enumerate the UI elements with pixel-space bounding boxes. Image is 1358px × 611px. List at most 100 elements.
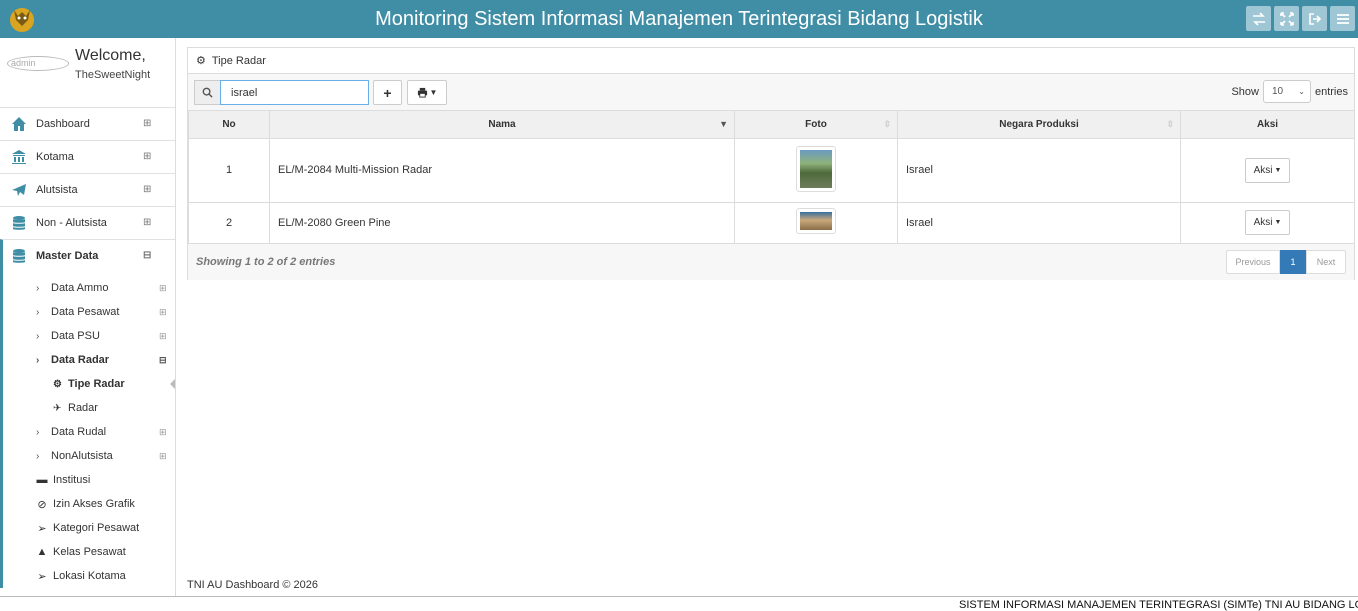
cell-aksi: Aksi ▼ — [1180, 201, 1355, 244]
entries-value: 10 — [1271, 86, 1284, 97]
plane-icon — [10, 181, 28, 199]
caret-down-icon: ▼ — [1274, 219, 1282, 226]
chevron-right-icon: › — [36, 282, 40, 294]
cell-no: 2 — [188, 201, 270, 244]
sidebar-item-non-alutsista[interactable]: Non - Alutsista ⊞ — [0, 206, 175, 239]
menu-icon[interactable] — [1330, 6, 1355, 31]
active-pointer — [170, 379, 175, 389]
graduation-cap-icon: ▲ — [36, 546, 48, 558]
exchange-icon[interactable] — [1246, 6, 1271, 31]
caret-down-icon: ▼ — [429, 88, 438, 97]
column-header-no[interactable]: No — [188, 111, 270, 139]
sidebar-item-data-radar[interactable]: › Data Radar ⊟ — [3, 348, 175, 372]
entries-select[interactable]: 10 ⌄ — [1262, 80, 1311, 103]
status-text: SISTEM INFORMASI MANAJEMEN TERINTEGRASI … — [959, 599, 1358, 611]
app-title: Monitoring Sistem Informasi Manajemen Te… — [375, 8, 983, 30]
sidebar-item-label: Data PSU — [51, 330, 100, 342]
sidebar-item-data-pesawat[interactable]: › Data Pesawat ⊞ — [3, 300, 175, 324]
previous-page-button[interactable]: Previous — [1226, 249, 1280, 274]
chevron-right-icon: › — [36, 450, 40, 462]
chevron-down-icon: ⌄ — [1298, 87, 1305, 96]
sidebar-item-institusi[interactable]: ▬ Institusi — [3, 468, 175, 492]
sidebar-item-label: Data Ammo — [51, 282, 109, 294]
sidebar-item-label: Lokasi Kotama — [53, 570, 126, 582]
sidebar-item-dashboard[interactable]: Dashboard ⊞ — [0, 107, 175, 140]
gear-icon: ⚙ — [196, 55, 206, 67]
sidebar-item-lokasi-kotama[interactable]: ➢ Lokasi Kotama — [3, 564, 175, 588]
bank-icon — [10, 148, 28, 166]
caret-down-icon: ▼ — [1274, 166, 1282, 174]
sidebar-item-label: Non - Alutsista — [36, 217, 107, 229]
send-icon: ➢ — [37, 570, 47, 583]
chevron-right-icon: › — [36, 354, 40, 366]
welcome-text: Welcome, — [75, 47, 146, 64]
sidebar-item-alutsista[interactable]: Alutsista ⊞ — [0, 173, 175, 206]
chevron-right-icon: › — [36, 426, 40, 438]
sidebar-item-kategori-pesawat[interactable]: ➢ Kategori Pesawat — [3, 516, 175, 540]
table-row: 2 EL/M-2080 Green Pine Israel Aksi ▼ — [188, 201, 1355, 244]
cell-foto — [734, 201, 898, 244]
sort-icon: ⇳ — [1166, 119, 1174, 129]
radar-photo[interactable] — [796, 208, 836, 234]
page-footer: TNI AU Dashboard © 2026 — [187, 579, 319, 591]
column-header-nama[interactable]: Nama ▼ — [269, 111, 735, 139]
add-button[interactable]: + — [373, 80, 402, 105]
column-header-foto[interactable]: Foto ⇳ — [734, 111, 898, 139]
search-icon — [194, 80, 220, 105]
chevron-right-icon: › — [36, 330, 40, 342]
sidebar-item-nonalutsista[interactable]: › NonAlutsista ⊞ — [3, 444, 175, 468]
plane-icon: ✈ — [53, 402, 62, 414]
expand-icon: ⊞ — [143, 217, 152, 228]
sidebar-item-kelas-pesawat[interactable]: ▲ Kelas Pesawat — [3, 540, 175, 564]
column-header-aksi: Aksi — [1180, 111, 1355, 139]
page-1-button[interactable]: 1 — [1280, 249, 1306, 274]
aksi-dropdown-button[interactable]: Aksi ▼ — [1245, 210, 1290, 235]
cell-no: 1 — [188, 137, 270, 203]
status-bar: SISTEM INFORMASI MANAJEMEN TERINTEGRASI … — [0, 596, 1358, 611]
user-panel: admin Welcome, TheSweetNight — [0, 38, 175, 106]
cell-negara: Israel — [897, 201, 1181, 244]
sidebar-item-label: Alutsista — [36, 184, 78, 196]
cell-nama: EL/M-2080 Green Pine — [269, 201, 735, 244]
expand-icon: ⊞ — [143, 118, 152, 129]
expand-icon: ⊞ — [159, 331, 167, 341]
sidebar-item-tipe-radar[interactable]: ⚙ Tipe Radar — [3, 372, 175, 396]
chevron-right-icon: › — [36, 306, 40, 318]
cell-nama: EL/M-2084 Multi-Mission Radar — [269, 137, 735, 203]
search-input[interactable] — [220, 80, 369, 105]
column-header-negara-produksi[interactable]: Negara Produksi ⇳ — [897, 111, 1181, 139]
database-icon — [10, 247, 28, 265]
panel-title: Tipe Radar — [211, 54, 266, 67]
logout-icon[interactable] — [1302, 6, 1327, 31]
table-row: 1 EL/M-2084 Multi-Mission Radar Israel A… — [188, 137, 1355, 203]
collapse-icon: ⊟ — [143, 250, 152, 261]
sidebar-item-label: Data Pesawat — [51, 306, 120, 318]
sidebar-item-label: Master Data — [36, 250, 99, 262]
cell-foto — [734, 137, 898, 203]
sidebar-item-data-ammo[interactable]: › Data Ammo ⊞ — [3, 276, 175, 300]
expand-icon: ⊞ — [143, 184, 152, 195]
aksi-dropdown-button[interactable]: Aksi ▼ — [1245, 157, 1290, 183]
expand-icon: ⊞ — [159, 307, 167, 317]
sidebar-item-label: Izin Akses Grafik — [53, 498, 135, 510]
sidebar-item-data-rudal[interactable]: › Data Rudal ⊞ — [3, 420, 175, 444]
sort-desc-icon: ▼ — [719, 119, 728, 129]
sidebar-item-label: Tipe Radar — [68, 378, 125, 390]
table-footer: Showing 1 to 2 of 2 entries Previous 1 N… — [188, 243, 1354, 280]
tipe-radar-table: No Nama ▼ Foto ⇳ Negara Produksi ⇳ Aksi 1 E… — [188, 111, 1355, 244]
fullscreen-icon[interactable] — [1274, 6, 1299, 31]
master-data-submenu: › Data Ammo ⊞ › Data Pesawat ⊞ › Data PS… — [0, 272, 175, 588]
next-page-button[interactable]: Next — [1306, 249, 1346, 274]
sidebar-item-data-psu[interactable]: › Data PSU ⊞ — [3, 324, 175, 348]
sidebar-item-label: Data Rudal — [51, 426, 107, 438]
sidebar-item-radar[interactable]: ✈ Radar — [3, 396, 175, 420]
sidebar-item-izin-akses-grafik[interactable]: ⊘ Izin Akses Grafik — [3, 492, 175, 516]
username: TheSweetNight — [75, 69, 151, 81]
ban-icon: ⊘ — [37, 498, 47, 511]
print-button[interactable]: ▼ — [407, 80, 447, 105]
sidebar-item-kotama[interactable]: Kotama ⊞ — [0, 140, 175, 173]
collapse-icon: ⊟ — [159, 355, 167, 365]
radar-photo[interactable] — [796, 145, 836, 192]
sidebar-item-master-data[interactable]: Master Data ⊟ — [0, 239, 175, 272]
sidebar-item-label: Kelas Pesawat — [53, 546, 126, 558]
